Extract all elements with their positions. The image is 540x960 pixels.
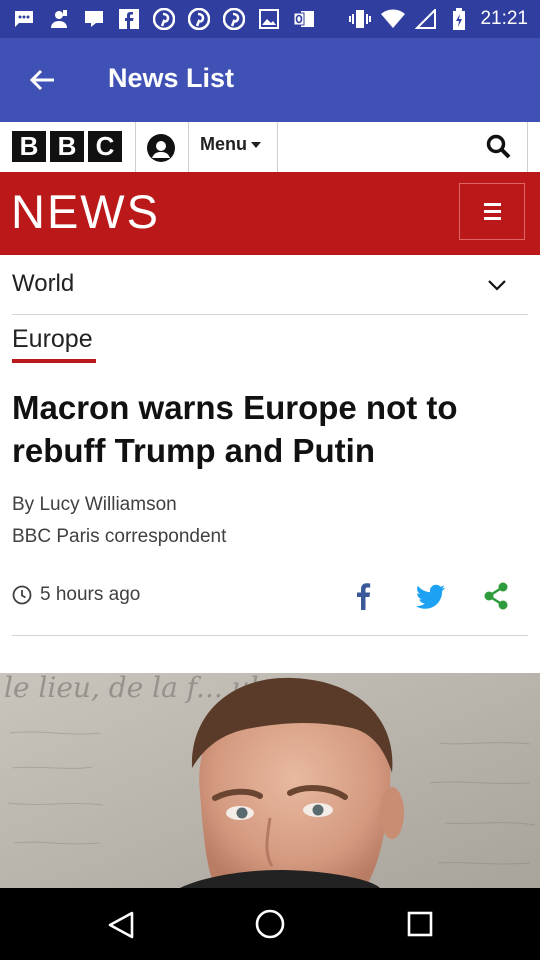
nav-recents-button[interactable] [406,910,434,938]
sms-icon [12,8,36,30]
divider [527,122,528,172]
divider [135,122,136,172]
share-button[interactable] [482,582,510,610]
pinterest-icon [222,8,246,30]
menu-label: Menu [200,134,247,154]
bbc-logo[interactable]: B B C [12,131,122,162]
section-divider [12,635,528,636]
back-button[interactable] [26,64,58,96]
account-button[interactable] [146,133,176,163]
bbc-logo-letter: B [12,131,46,162]
arrow-left-icon [29,69,54,91]
search-button[interactable] [486,134,512,160]
published-time: 5 hours ago [12,584,140,606]
pinterest-icon [152,8,176,30]
app-bar: News List [0,38,540,122]
subsection-underline [12,359,96,363]
search-icon [486,134,511,159]
menu-button[interactable]: Menu [200,134,261,155]
section-label: World [12,270,75,297]
clock-icon [12,585,32,605]
section-selector[interactable]: World [12,256,528,315]
author-role: BBC Paris correspondent [12,526,227,547]
caret-down-icon [251,141,261,148]
article-headline: Macron warns Europe not to rebuff Trump … [12,389,458,469]
published-time-text: 5 hours ago [40,584,141,605]
battery-icon [447,8,471,30]
vibrate-icon [348,8,372,30]
notification-icons [12,8,316,30]
outlook-icon [292,8,316,30]
user-notification-icon [47,8,71,30]
account-icon [147,134,175,162]
facebook-icon [117,8,141,30]
divider [277,122,278,172]
bbc-logo-letter: B [50,131,84,162]
signal-icon [414,8,438,30]
divider [188,122,189,172]
twitter-icon [415,584,446,609]
share-twitter-button[interactable] [415,584,446,610]
share-facebook-button[interactable] [352,582,376,610]
pinterest-icon [187,8,211,30]
android-nav-bar [0,888,540,960]
news-wordmark[interactable]: NEWS [11,184,160,239]
system-status: 21:21 [348,8,528,30]
nav-back-button[interactable] [106,910,136,940]
hamburger-menu-button[interactable] [459,183,525,240]
image-icon [257,8,281,30]
share-icon [484,582,508,610]
bbc-nav-bar: B B C Menu [0,122,540,173]
status-bar: 21:21 [0,0,540,38]
bbc-logo-letter: C [88,131,122,162]
app-title: News List [108,63,235,93]
article-image[interactable]: le lieu, de la f... ule ma [0,673,540,888]
author-byline: By Lucy Williamson [12,494,177,515]
chevron-down-icon [488,280,506,291]
facebook-icon [357,583,371,610]
article-photo: le lieu, de la f... ule ma [0,673,540,888]
wifi-icon [381,8,406,30]
clock-time: 21:21 [480,8,528,29]
nav-home-button[interactable] [254,908,286,940]
chat-icon [82,8,106,30]
subsection-link[interactable]: Europe [12,325,93,354]
news-banner: NEWS [0,172,540,255]
hamburger-icon [483,203,501,206]
